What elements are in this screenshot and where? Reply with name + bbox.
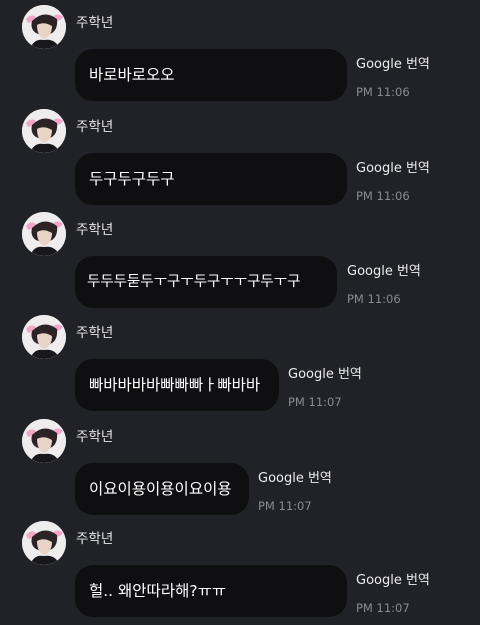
sender-name: 주학년 — [76, 119, 114, 135]
message-time: PM 11:06 — [356, 85, 410, 99]
avatar[interactable] — [22, 315, 66, 359]
avatar[interactable] — [22, 419, 66, 463]
profile-photo-icon — [22, 5, 66, 49]
avatar[interactable] — [22, 521, 66, 565]
chat-message: 주학년 두두두둗두ㅜ구ㅜ두구ㅜㅜ구두ㅜ구 Google 번역 PM 11:06 — [0, 212, 480, 316]
message-bubble[interactable]: 바로바로오오 — [75, 49, 347, 101]
chat-message: 주학년 빠바바바바빠빠빠ㅏ빠바바 Google 번역 PM 11:07 — [0, 315, 480, 419]
message-time: PM 11:06 — [347, 292, 401, 306]
message-bubble[interactable]: 이요이용이용이요이용 — [75, 463, 249, 515]
google-translate-link[interactable]: Google 번역 — [288, 367, 362, 383]
profile-photo-icon — [22, 109, 66, 153]
message-time: PM 11:07 — [258, 499, 312, 513]
avatar[interactable] — [22, 5, 66, 49]
message-bubble[interactable]: 두두두둗두ㅜ구ㅜ두구ㅜㅜ구두ㅜ구 — [75, 256, 337, 308]
chat-message: 주학년 이요이용이용이요이용 Google 번역 PM 11:07 — [0, 419, 480, 523]
sender-name: 주학년 — [76, 15, 114, 31]
profile-photo-icon — [22, 419, 66, 463]
chat-message: 주학년 두구두구두구 Google 번역 PM 11:06 — [0, 109, 480, 213]
google-translate-link[interactable]: Google 번역 — [347, 264, 421, 280]
chat-message: 주학년 헐.. 왜안따라해?ㅠㅠ Google 번역 PM 11:07 — [0, 521, 480, 625]
avatar[interactable] — [22, 109, 66, 153]
avatar[interactable] — [22, 212, 66, 256]
message-time: PM 11:06 — [356, 189, 410, 203]
sender-name: 주학년 — [76, 325, 114, 341]
profile-photo-icon — [22, 521, 66, 565]
sender-name: 주학년 — [76, 222, 114, 238]
sender-name: 주학년 — [76, 531, 114, 547]
google-translate-link[interactable]: Google 번역 — [258, 471, 332, 487]
google-translate-link[interactable]: Google 번역 — [356, 573, 430, 589]
message-bubble[interactable]: 두구두구두구 — [75, 153, 347, 205]
message-bubble[interactable]: 헐.. 왜안따라해?ㅠㅠ — [75, 565, 347, 617]
message-bubble[interactable]: 빠바바바바빠빠빠ㅏ빠바바 — [75, 359, 279, 411]
google-translate-link[interactable]: Google 번역 — [356, 57, 430, 73]
profile-photo-icon — [22, 315, 66, 359]
sender-name: 주학년 — [76, 429, 114, 445]
google-translate-link[interactable]: Google 번역 — [356, 161, 430, 177]
chat-message: 주학년 바로바로오오 Google 번역 PM 11:06 — [0, 5, 480, 109]
message-time: PM 11:07 — [288, 395, 342, 409]
message-time: PM 11:07 — [356, 601, 410, 615]
profile-photo-icon — [22, 212, 66, 256]
